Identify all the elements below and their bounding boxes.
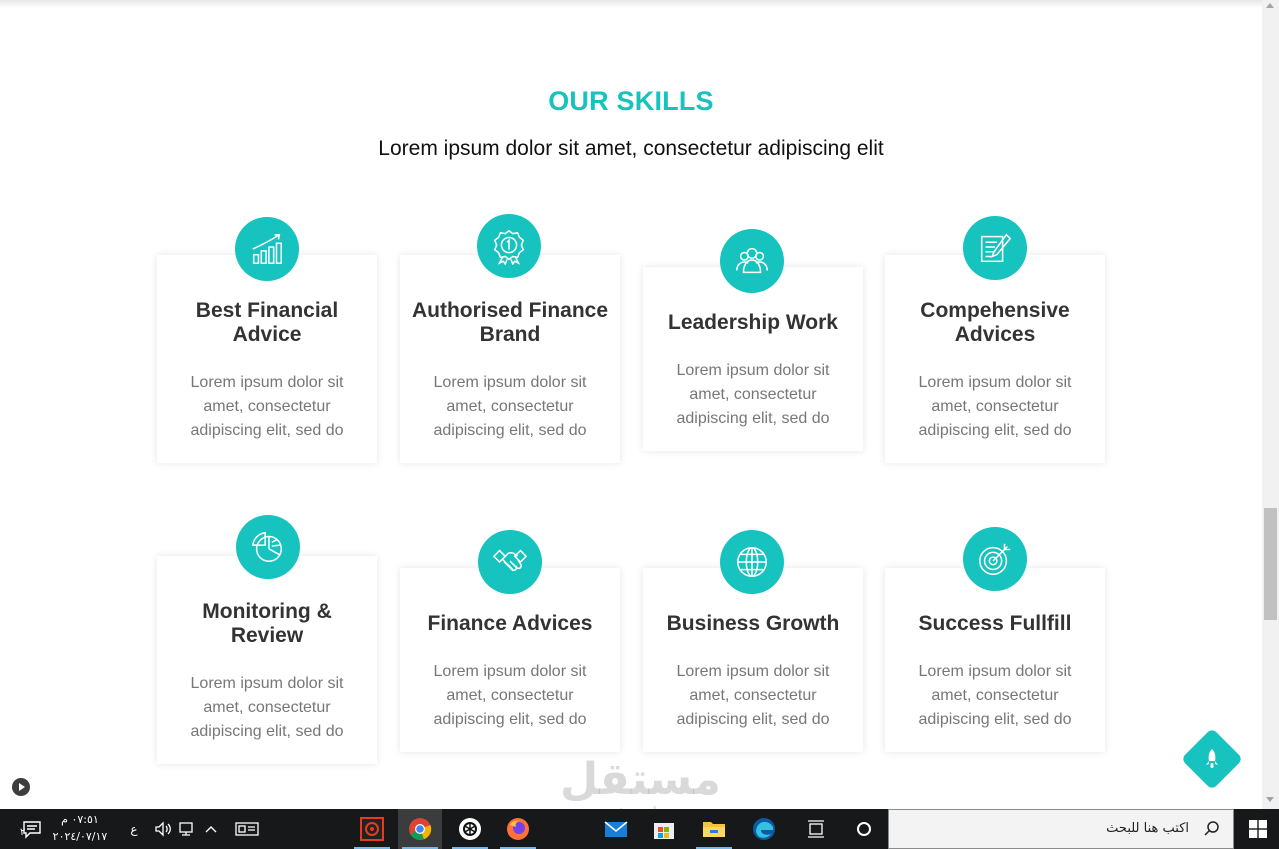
notification-count: ٢ (20, 827, 26, 838)
news-widget-icon[interactable] (232, 809, 262, 849)
team-icon (720, 229, 784, 293)
header-shadow (0, 0, 1262, 8)
card-title: Best Financial Advice (195, 299, 339, 346)
watermark-arabic: مستقل (560, 754, 721, 805)
document-pen-icon (963, 216, 1027, 280)
scroll-up-icon[interactable] (1266, 3, 1274, 8)
card-text: Lorem ipsum dolor sit amet, consectetur … (433, 663, 587, 728)
network-icon[interactable] (176, 809, 198, 849)
scroll-down-icon[interactable] (1266, 797, 1274, 802)
skill-card: Compehensive Advices Lorem ipsum dolor s… (885, 216, 1105, 463)
search-placeholder: اكتب هنا للبحث (1106, 821, 1189, 836)
skill-card: Best Financial Advice Lorem ipsum dolor … (157, 217, 377, 463)
cortana-icon[interactable] (842, 809, 886, 849)
clock-date: ٢٠٢٤/٠٧/١٧ (52, 830, 108, 843)
growth-chart-icon (235, 217, 299, 281)
play-icon[interactable] (12, 778, 30, 796)
card-text: Lorem ipsum dolor sit amet, consectetur … (676, 362, 830, 427)
store-icon[interactable] (642, 809, 686, 849)
input-language[interactable]: ع (124, 809, 144, 849)
skill-card: Business Growth Lorem ipsum dolor sit am… (643, 530, 863, 752)
back-to-top-button[interactable] (1180, 727, 1244, 791)
chrome-icon[interactable] (398, 809, 442, 849)
handshake-icon (478, 530, 542, 594)
mail-icon[interactable] (594, 809, 638, 849)
system-clock[interactable]: ٠٧:٥١ م ٢٠٢٤/٠٧/١٧ (52, 811, 108, 845)
card-title: Compehensive Advices (920, 299, 1070, 346)
taskbar-search-input[interactable]: اكتب هنا للبحث (888, 809, 1234, 849)
file-explorer-icon[interactable] (692, 809, 736, 849)
skill-card: Authorised Finance Brand Lorem ipsum dol… (400, 214, 620, 463)
award-badge-icon (477, 214, 541, 278)
search-icon (1204, 821, 1219, 836)
pie-chart-icon (236, 515, 300, 579)
scroll-thumb[interactable] (1264, 508, 1277, 620)
target-icon (963, 527, 1027, 591)
skill-card: Leadership Work Lorem ipsum dolor sit am… (643, 229, 863, 451)
volume-icon[interactable] (152, 809, 174, 849)
skill-card: Success Fullfill Lorem ipsum dolor sit a… (885, 527, 1105, 752)
card-title: Finance Advices (427, 612, 593, 635)
media-app-icon[interactable] (350, 809, 394, 849)
section-subtitle: Lorem ipsum dolor sit amet, consectetur … (378, 137, 884, 160)
firefox-icon[interactable] (496, 809, 540, 849)
task-view-icon[interactable] (794, 809, 838, 849)
globe-icon (720, 530, 784, 594)
chevron-up-icon[interactable] (200, 809, 222, 849)
page-scrollbar[interactable] (1262, 0, 1279, 809)
card-title: Authorised Finance Brand (411, 299, 609, 346)
rocket-icon (1206, 749, 1218, 768)
edge-icon[interactable] (742, 809, 786, 849)
chatgpt-icon[interactable] (448, 809, 492, 849)
start-button[interactable] (1236, 809, 1279, 849)
card-text: Lorem ipsum dolor sit amet, consectetur … (433, 374, 587, 439)
card-title: Business Growth (666, 612, 840, 635)
skill-card: Finance Advices Lorem ipsum dolor sit am… (400, 530, 620, 752)
card-text: Lorem ipsum dolor sit amet, consectetur … (190, 374, 344, 439)
windows-logo-icon (1248, 820, 1267, 838)
card-title: Leadership Work (668, 311, 838, 334)
card-text: Lorem ipsum dolor sit amet, consectetur … (918, 374, 1072, 439)
section-title: OUR SKILLS (548, 86, 714, 116)
card-text: Lorem ipsum dolor sit amet, consectetur … (918, 663, 1072, 728)
skill-card: Monitoring & Review Lorem ipsum dolor si… (157, 515, 377, 764)
clock-time: ٠٧:٥١ م (61, 813, 99, 826)
card-text: Lorem ipsum dolor sit amet, consectetur … (190, 675, 344, 740)
notification-center-button[interactable]: ٢ (12, 809, 52, 849)
card-title: Success Fullfill (918, 612, 1072, 635)
card-title: Monitoring & Review (202, 600, 332, 647)
card-text: Lorem ipsum dolor sit amet, consectetur … (676, 663, 830, 728)
